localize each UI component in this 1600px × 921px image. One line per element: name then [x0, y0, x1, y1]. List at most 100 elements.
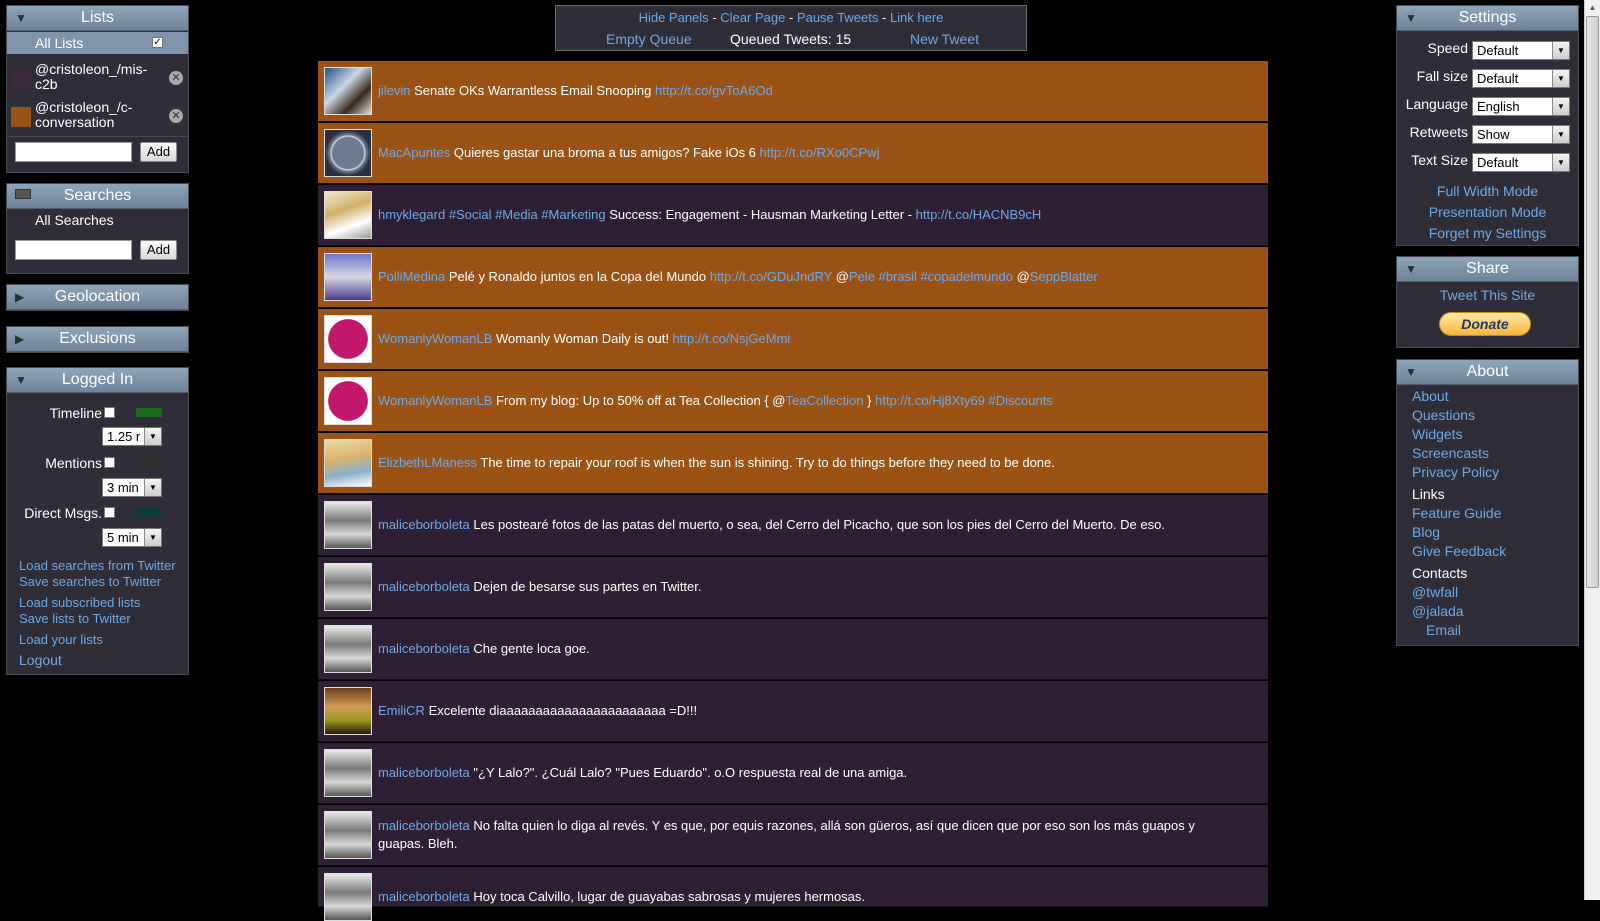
user-avatar[interactable] [324, 687, 372, 735]
setting-select-text-size[interactable]: Default ▼ [1472, 153, 1570, 172]
searches-header[interactable]: Searches [7, 184, 188, 209]
new-tweet-link[interactable]: New Tweet [910, 31, 979, 47]
timeline-color-swatch[interactable] [136, 408, 162, 417]
privacy-policy-link[interactable]: Privacy Policy [1412, 463, 1506, 482]
direct-msgs-checkbox[interactable] [104, 507, 115, 518]
dropdown-arrow-icon[interactable]: ▼ [1552, 42, 1569, 59]
tweet-username-link[interactable]: maliceborboleta [378, 517, 470, 532]
feature-guide-link[interactable]: Feature Guide [1412, 504, 1506, 523]
setting-select-language[interactable]: English ▼ [1472, 97, 1570, 116]
dropdown-arrow-icon[interactable]: ▼ [1552, 70, 1569, 87]
dropdown-arrow-icon[interactable]: ▼ [144, 529, 161, 546]
tweet-username-link[interactable]: WomanlyWomanLB [378, 331, 492, 346]
jalada-contact-link[interactable]: @jalada [1412, 602, 1506, 621]
presentation-mode-link[interactable]: Presentation Mode [1397, 202, 1578, 223]
user-avatar[interactable] [324, 563, 372, 611]
dropdown-arrow-icon[interactable]: ▼ [144, 479, 161, 496]
list-color-swatch[interactable] [11, 69, 31, 89]
tweet-username-link[interactable]: jilevin [378, 83, 411, 98]
user-avatar[interactable] [324, 501, 372, 549]
list-item[interactable]: @cristoleon_/c- conversation ✕ [7, 99, 188, 133]
tweet-username-link[interactable]: ElizbethLManess [378, 455, 477, 470]
collapse-triangle-icon[interactable]: ▼ [15, 368, 27, 392]
save-lists-link[interactable]: Save lists to Twitter [19, 611, 176, 627]
user-avatar[interactable] [324, 439, 372, 487]
widgets-link[interactable]: Widgets [1412, 425, 1506, 444]
scroll-up-arrow-icon[interactable]: ▲ [1585, 0, 1600, 16]
load-subscribed-lists-link[interactable]: Load subscribed lists [19, 595, 176, 611]
mentions-color-swatch[interactable] [136, 458, 162, 467]
donate-button[interactable]: Donate [1439, 312, 1531, 336]
tweet-username-link[interactable]: PolliMedina [378, 269, 445, 284]
add-list-button[interactable]: Add [140, 142, 177, 162]
logged-in-header[interactable]: ▼ Logged In [7, 368, 188, 393]
user-avatar[interactable] [324, 67, 372, 115]
user-avatar[interactable] [324, 129, 372, 177]
user-avatar[interactable] [324, 625, 372, 673]
expand-triangle-icon[interactable]: ▶ [15, 327, 24, 351]
tweet-username-link[interactable]: maliceborboleta [378, 889, 470, 904]
setting-select-retweets[interactable]: Show ▼ [1472, 125, 1570, 144]
setting-select-fall-size[interactable]: Default ▼ [1472, 69, 1570, 88]
about-link[interactable]: About [1412, 387, 1506, 406]
tweet-link[interactable]: http://t.co/HACNB9cH [916, 207, 1042, 222]
load-your-lists-link[interactable]: Load your lists [19, 632, 176, 648]
direct-msgs-interval-select[interactable]: 5 min ▼ [102, 528, 162, 547]
tweet-username-link[interactable]: maliceborboleta [378, 641, 470, 656]
collapse-triangle-icon[interactable]: ▼ [1405, 257, 1417, 281]
tweet-username-link[interactable]: MacApuntes [378, 145, 450, 160]
user-avatar[interactable] [324, 873, 372, 921]
mentions-interval-select[interactable]: 3 min ▼ [102, 478, 162, 497]
remove-list-icon[interactable]: ✕ [169, 71, 183, 85]
all-lists-checkbox[interactable]: ✓ [152, 37, 163, 48]
user-avatar[interactable] [324, 253, 372, 301]
twfall-contact-link[interactable]: @twfall [1412, 583, 1506, 602]
tweet-link[interactable]: http://t.co/RXo0CPwj [760, 145, 880, 160]
tweet-link[interactable]: http://t.co/Hj8Xty69 #Discounts [875, 393, 1053, 408]
tweet-link[interactable]: SeppBlatter [1030, 269, 1098, 284]
collapse-triangle-icon[interactable]: ▼ [1405, 360, 1417, 384]
vertical-scrollbar[interactable]: ▲ [1584, 0, 1600, 900]
list-item[interactable]: @cristoleon_/mis- c2b ✕ [7, 61, 188, 95]
email-link[interactable]: Email [1412, 621, 1506, 640]
tweet-this-site-link[interactable]: Tweet This Site [1397, 287, 1578, 303]
user-avatar[interactable] [324, 377, 372, 425]
tweet-link[interactable]: Pele #brasil #copadelmundo [849, 269, 1013, 284]
questions-link[interactable]: Questions [1412, 406, 1506, 425]
scrollbar-thumb[interactable] [1586, 16, 1599, 588]
timeline-interval-select[interactable]: 1.25 r ▼ [102, 427, 162, 446]
tweet-username-link[interactable]: hmyklegard [378, 207, 445, 222]
all-searches-row[interactable]: All Searches [35, 212, 114, 228]
tweet-link[interactable]: http://t.co/NsjGeMmi [673, 331, 791, 346]
tweet-username-link[interactable]: maliceborboleta [378, 765, 470, 780]
blog-link[interactable]: Blog [1412, 523, 1506, 542]
tweet-username-link[interactable]: maliceborboleta [378, 818, 470, 833]
setting-select-speed[interactable]: Default ▼ [1472, 41, 1570, 60]
about-header[interactable]: ▼ About [1397, 360, 1578, 385]
geolocation-header[interactable]: ▶ Geolocation [7, 285, 188, 310]
tweet-link[interactable]: TeaCollection [785, 393, 863, 408]
search-input[interactable] [15, 240, 132, 260]
tweet-username-link[interactable]: EmiliCR [378, 703, 425, 718]
share-header[interactable]: ▼ Share [1397, 257, 1578, 282]
remove-list-icon[interactable]: ✕ [169, 109, 183, 123]
save-searches-link[interactable]: Save searches to Twitter [19, 574, 176, 590]
load-searches-link[interactable]: Load searches from Twitter [19, 558, 176, 574]
tweet-link[interactable]: #Social #Media #Marketing [445, 207, 606, 222]
dropdown-arrow-icon[interactable]: ▼ [1552, 126, 1569, 143]
expand-triangle-icon[interactable]: ▶ [15, 285, 24, 309]
dropdown-arrow-icon[interactable]: ▼ [144, 428, 161, 445]
dropdown-arrow-icon[interactable]: ▼ [1552, 98, 1569, 115]
mentions-checkbox[interactable] [104, 457, 115, 468]
direct-msgs-color-swatch[interactable] [136, 508, 162, 517]
collapse-icon[interactable] [15, 189, 31, 199]
exclusions-header[interactable]: ▶ Exclusions [7, 327, 188, 352]
dropdown-arrow-icon[interactable]: ▼ [1552, 154, 1569, 171]
logout-link[interactable]: Logout [19, 652, 176, 668]
full-width-mode-link[interactable]: Full Width Mode [1397, 181, 1578, 202]
clear-page-link[interactable]: Clear Page [720, 10, 785, 25]
tweet-username-link[interactable]: WomanlyWomanLB [378, 393, 492, 408]
list-color-swatch[interactable] [11, 107, 31, 127]
pause-tweets-link[interactable]: Pause Tweets [797, 10, 878, 25]
tweet-link[interactable]: http://t.co/GDuJndRY [710, 269, 832, 284]
